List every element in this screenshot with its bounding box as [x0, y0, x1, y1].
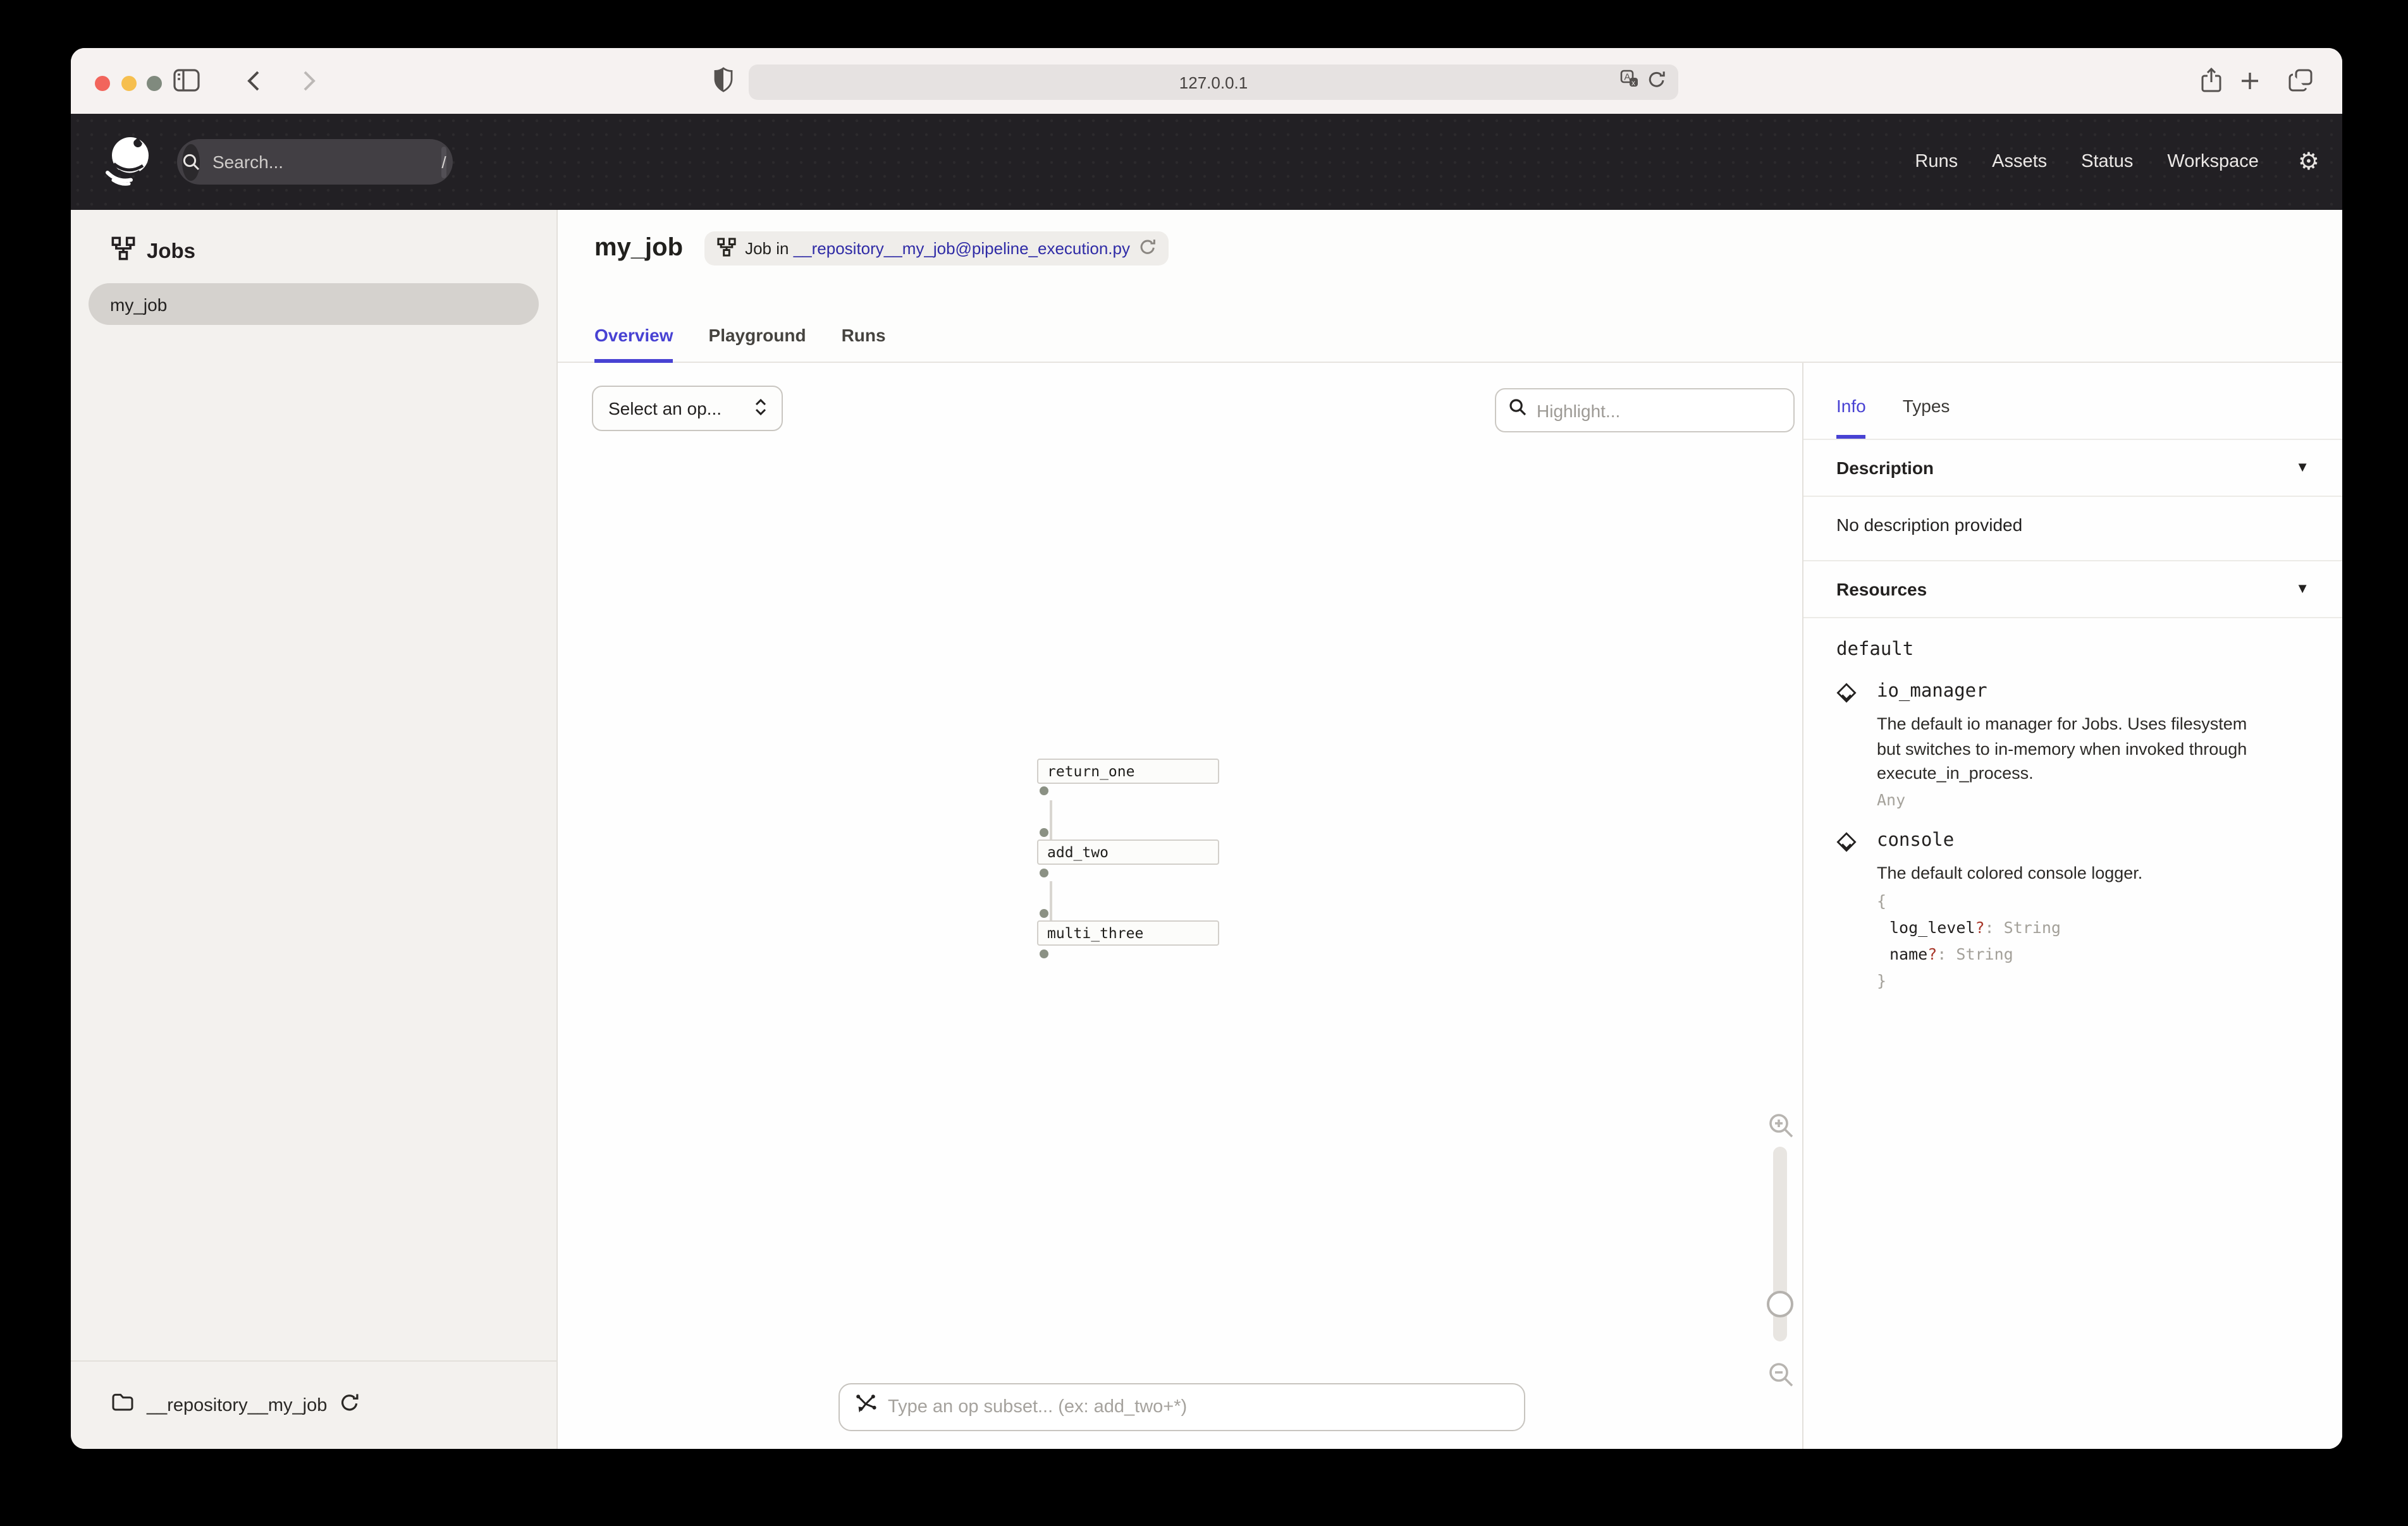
resource-group-name: default [1836, 640, 2309, 660]
input-port[interactable] [1040, 828, 1048, 837]
forward-button[interactable] [302, 70, 316, 99]
input-port[interactable] [1040, 909, 1048, 918]
resource-icon [1836, 831, 1857, 994]
search-icon [182, 143, 200, 180]
browser-window: 127.0.0.1 A x [71, 48, 2342, 1449]
zoom-out-icon[interactable] [1768, 1362, 1795, 1395]
minimize-window-button[interactable] [121, 76, 137, 91]
description-title: Description [1836, 458, 1934, 478]
share-icon[interactable] [2201, 67, 2222, 100]
resources-section-header[interactable]: Resources ▼ [1803, 561, 2342, 618]
job-origin-badge: Job in __repository__my_job@pipeline_exe… [704, 231, 1168, 266]
translate-icon[interactable]: A x [1620, 70, 1639, 95]
pipeline-file-link[interactable]: __repository__my_job@pipeline_execution.… [794, 239, 1130, 258]
dagster-logo[interactable] [101, 131, 157, 193]
search-shortcut-badge: / [441, 146, 446, 178]
page-title: my_job [594, 234, 683, 263]
chevron-down-icon: ▼ [2295, 582, 2309, 597]
op-subset-input[interactable] [888, 1397, 1509, 1417]
badge-reload-icon[interactable] [1139, 238, 1155, 259]
app-header: / Runs Assets Status Workspace ⚙ [71, 114, 2342, 210]
tab-playground[interactable]: Playground [709, 325, 806, 362]
repository-reload-icon[interactable] [340, 1392, 359, 1419]
op-select-dropdown[interactable]: Select an op... [592, 386, 783, 431]
top-nav: Runs Assets Status Workspace ⚙ [1915, 147, 2319, 176]
screenshot-frame: 127.0.0.1 A x [0, 0, 2408, 1526]
nav-status[interactable]: Status [2081, 152, 2133, 172]
browser-toolbar: 127.0.0.1 A x [71, 48, 2342, 114]
op-node-multi-three[interactable]: multi_three [1037, 920, 1219, 946]
output-port[interactable] [1040, 786, 1048, 795]
job-glyph-icon [717, 237, 736, 260]
output-port[interactable] [1040, 949, 1048, 958]
op-node-return-one[interactable]: return_one [1037, 759, 1219, 784]
nav-runs[interactable]: Runs [1915, 152, 1958, 172]
resource-description: The default io manager for Jobs. Uses fi… [1877, 712, 2256, 786]
folder-icon [111, 1392, 134, 1419]
job-header: my_job Job in __repository__my_job@p [558, 210, 2342, 363]
address-bar[interactable]: 127.0.0.1 A x [749, 64, 1678, 100]
zoom-in-icon[interactable] [1768, 1113, 1795, 1145]
highlight-input[interactable] [1537, 400, 1781, 420]
resource-icon [1836, 683, 1857, 809]
resource-io-manager: io_manager The default io manager for Jo… [1836, 681, 2309, 809]
job-tabs: Overview Playground Runs [594, 325, 886, 362]
tab-overview[interactable]: Overview [594, 325, 673, 362]
highlight-search[interactable] [1495, 388, 1795, 432]
repository-row: __repository__my_job [71, 1360, 556, 1449]
back-button[interactable] [247, 70, 261, 99]
nav-workspace[interactable]: Workspace [2167, 152, 2259, 172]
global-search[interactable]: / [177, 139, 453, 185]
op-selector-icon [855, 1393, 876, 1421]
description-section-header[interactable]: Description ▼ [1803, 440, 2342, 497]
svg-text:A: A [1624, 72, 1630, 83]
panel-tabs: Info Types [1803, 363, 2342, 440]
highlight-search-icon [1509, 398, 1526, 422]
search-input[interactable] [200, 152, 441, 172]
tab-types[interactable]: Types [1903, 396, 1950, 439]
zoom-window-button[interactable] [147, 76, 162, 91]
description-body: No description provided [1803, 497, 2342, 561]
op-subset-bar[interactable] [838, 1383, 1525, 1431]
op-select-label: Select an op... [608, 398, 722, 418]
op-node-add-two[interactable]: add_two [1037, 839, 1219, 865]
job-graph-icon [111, 236, 135, 267]
tab-info[interactable]: Info [1836, 396, 1866, 439]
chevron-down-icon: ▼ [2295, 460, 2309, 475]
gear-icon[interactable]: ⚙ [2298, 147, 2319, 176]
sidebar-toggle-icon[interactable] [173, 68, 201, 99]
url-text: 127.0.0.1 [1179, 73, 1248, 92]
op-graph-canvas[interactable]: Select an op... [558, 363, 1802, 1449]
sidebar-title: Jobs [147, 240, 195, 264]
reload-icon[interactable] [1648, 70, 1666, 95]
svg-text:x: x [1631, 78, 1635, 87]
resource-type: Any [1877, 790, 2256, 809]
resources-title: Resources [1836, 579, 1927, 599]
tab-overview-icon[interactable] [2288, 68, 2313, 99]
resource-name: console [1877, 830, 2256, 850]
main-area: my_job Job in __repository__my_job@p [558, 210, 2342, 1449]
privacy-shield-icon[interactable] [713, 67, 734, 100]
resource-name: io_manager [1877, 681, 2256, 702]
tab-runs[interactable]: Runs [842, 325, 886, 362]
edge-return-one-add-two [1050, 800, 1052, 839]
badge-prefix: Job in [745, 239, 789, 258]
nav-assets[interactable]: Assets [1992, 152, 2047, 172]
sidebar-item-my-job[interactable]: my_job [89, 283, 539, 325]
repository-name[interactable]: __repository__my_job [147, 1395, 327, 1415]
resource-config-schema: { log_level?: String name?: String } [1877, 888, 2256, 994]
jobs-sidebar: Jobs my_job __repository__my_job [71, 210, 558, 1449]
resources-body: default io_manager The default io mana [1803, 618, 2342, 994]
output-port[interactable] [1040, 869, 1048, 877]
zoom-slider-knob[interactable] [1767, 1291, 1793, 1317]
updown-caret-icon [755, 398, 766, 419]
info-panel: Info Types Description ▼ No description … [1802, 363, 2342, 1449]
new-tab-icon[interactable] [2241, 72, 2259, 96]
close-window-button[interactable] [95, 76, 110, 91]
edge-add-two-multi-three [1050, 881, 1052, 920]
resource-description: The default colored console logger. [1877, 860, 2256, 885]
resource-console: console The default colored console logg… [1836, 830, 2309, 994]
